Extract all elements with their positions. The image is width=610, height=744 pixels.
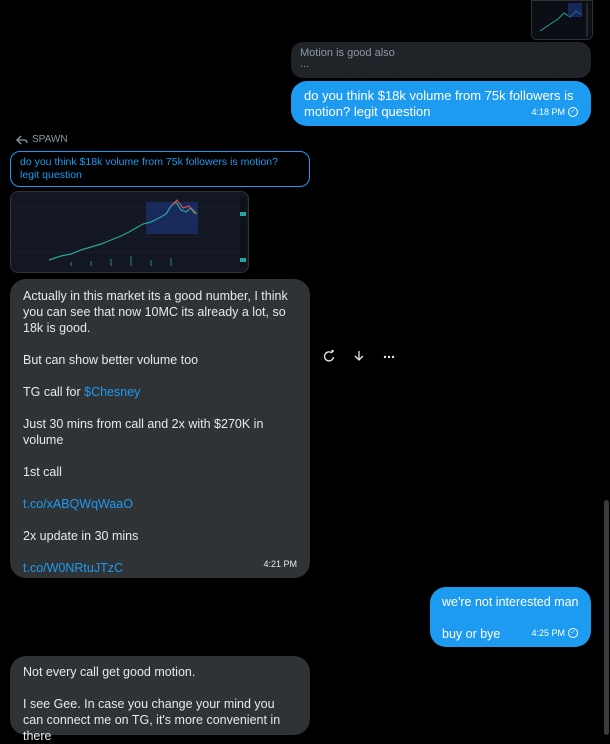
message-paragraph: Actually in this market its a good numbe… <box>23 289 288 335</box>
scrollbar[interactable] <box>604 500 609 735</box>
message-timestamp: 4:18 PM ✓ <box>531 104 578 120</box>
cashtag-link[interactable]: $Chesney <box>84 385 140 399</box>
message-paragraph: we're not interested man <box>442 595 579 609</box>
message-paragraph: Just 30 mins from call and 2x with $270K… <box>23 417 264 447</box>
price-chart-image <box>11 192 248 272</box>
image-thumbnail-top[interactable] <box>531 0 593 40</box>
quoted-reply[interactable]: do you think $18k volume from 75k follow… <box>10 151 310 187</box>
download-icon[interactable] <box>353 350 365 362</box>
url-link[interactable]: t.co/W0NRtuJTzC <box>23 560 297 576</box>
reply-icon <box>16 135 28 144</box>
message-timestamp: 4:21 PM <box>263 559 297 569</box>
quoted-reply-text: do you think $18k volume from 75k follow… <box>20 156 278 181</box>
outgoing-message-bubble[interactable]: we're not interested man buy or bye 4:25… <box>430 587 591 647</box>
quoted-message-preview[interactable]: Motion is good also ... <box>291 42 591 78</box>
incoming-message-bubble[interactable]: Actually in this market its a good numbe… <box>10 279 310 578</box>
message-actions <box>323 350 395 362</box>
message-paragraph: Not every call get good motion. <box>23 665 196 679</box>
chart-screenshot-image[interactable] <box>10 191 249 273</box>
outgoing-message-bubble[interactable]: do you think $18k volume from 75k follow… <box>291 81 591 126</box>
message-paragraph: I see Gee. In case you change your mind … <box>23 697 281 743</box>
more-icon[interactable] <box>383 350 395 362</box>
message-timestamp: 4:25 PM ✓ <box>531 625 578 641</box>
chart-thumbnail-icon <box>532 1 592 39</box>
message-paragraph: 2x update in 30 mins <box>23 529 139 543</box>
reply-author: SPAWN <box>32 134 68 145</box>
sent-check-icon: ✓ <box>568 628 578 638</box>
url-link[interactable]: t.co/xABQWqWaaO <box>23 496 297 512</box>
react-icon[interactable] <box>323 350 335 362</box>
message-paragraph: TG call for $Chesney <box>23 385 141 399</box>
sent-check-icon: ✓ <box>568 107 578 117</box>
incoming-message-bubble[interactable]: Not every call get good motion. I see Ge… <box>10 656 310 743</box>
quoted-text: Motion is good also <box>300 47 395 59</box>
message-paragraph: But can show better volume too <box>23 353 199 367</box>
message-paragraph: 1st call <box>23 465 62 479</box>
reply-header: SPAWN <box>16 134 68 145</box>
quoted-ellipsis: ... <box>300 58 310 70</box>
